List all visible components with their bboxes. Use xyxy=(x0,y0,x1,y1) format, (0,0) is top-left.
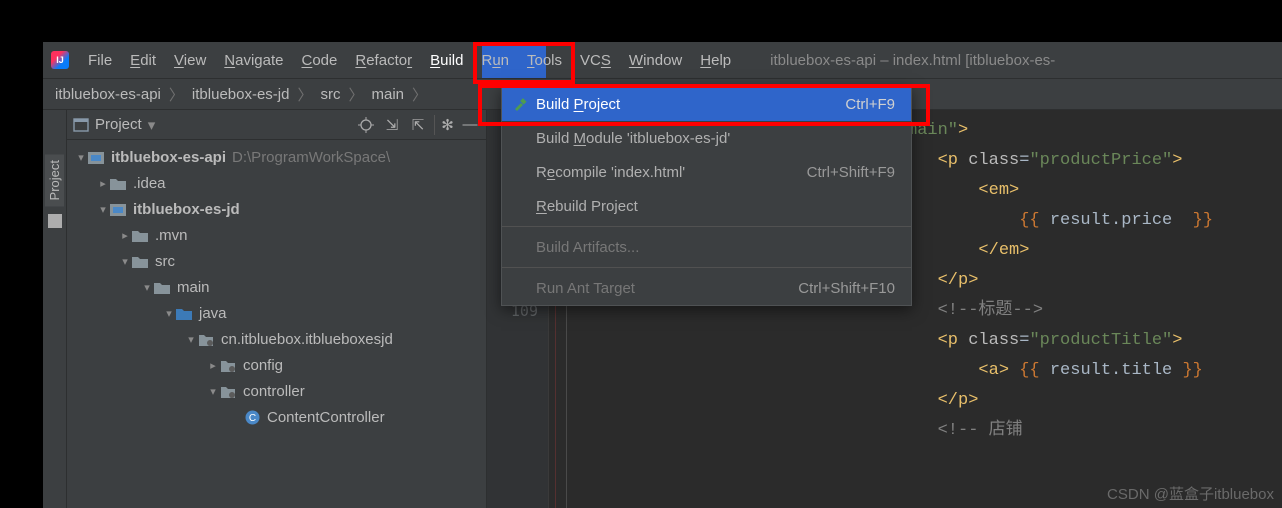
project-pane-title[interactable]: Project xyxy=(95,116,142,133)
module-icon xyxy=(109,201,127,217)
gear-icon[interactable]: ✻ xyxy=(434,115,454,135)
window-title: itbluebox-es-api – index.html [itbluebox… xyxy=(770,52,1055,69)
menu-tools[interactable]: Tools xyxy=(518,48,571,73)
project-tool-tab[interactable]: Project xyxy=(45,154,64,206)
code-content: main"> <p class="productPrice"> <em> {{ … xyxy=(907,110,1282,446)
menu-window[interactable]: Window xyxy=(620,48,691,73)
menu-build[interactable]: Build xyxy=(421,48,472,73)
menu-help[interactable]: Help xyxy=(691,48,740,73)
menu-build-module[interactable]: Build Module 'itbluebox-es-jd' xyxy=(502,121,911,155)
tree-item[interactable]: controller xyxy=(243,383,305,400)
breadcrumb-item[interactable]: src xyxy=(317,86,345,103)
locate-icon[interactable] xyxy=(356,115,376,135)
hammer-icon xyxy=(512,96,528,112)
tree-item[interactable]: main xyxy=(177,279,210,296)
tree-item[interactable]: itbluebox-es-api xyxy=(111,149,226,166)
menu-vcs[interactable]: VCS xyxy=(571,48,620,73)
tree-item[interactable]: .idea xyxy=(133,175,166,192)
menu-file[interactable]: File xyxy=(79,48,121,73)
folder-icon xyxy=(153,279,171,295)
project-view-icon xyxy=(73,118,89,132)
project-tree[interactable]: ▾itbluebox-es-apiD:\ProgramWorkSpace\ ▸.… xyxy=(67,140,486,434)
collapse-all-icon[interactable]: ⇱ xyxy=(408,115,428,135)
tree-item[interactable]: ContentController xyxy=(267,409,385,426)
menu-navigate[interactable]: Navigate xyxy=(215,48,292,73)
svg-text:C: C xyxy=(248,413,255,424)
left-tool-strip: Project xyxy=(43,110,67,508)
menu-build-project[interactable]: Build ProjectCtrl+F9 xyxy=(502,87,911,121)
menu-edit[interactable]: Edit xyxy=(121,48,165,73)
hide-icon[interactable]: — xyxy=(460,115,480,135)
menu-run-ant-target[interactable]: Run Ant TargetCtrl+Shift+F10 xyxy=(502,271,911,305)
source-folder-icon xyxy=(175,305,193,321)
menu-view[interactable]: View xyxy=(165,48,215,73)
tree-item[interactable]: config xyxy=(243,357,283,374)
tree-item[interactable]: .mvn xyxy=(155,227,188,244)
folder-icon xyxy=(131,253,149,269)
structure-icon[interactable] xyxy=(48,214,62,228)
breadcrumb-item[interactable]: itbluebox-es-jd xyxy=(188,86,294,103)
menu-run[interactable]: Run xyxy=(472,48,518,73)
tree-item[interactable]: cn.itbluebox.itblueboxesjd xyxy=(221,331,393,348)
breadcrumb-item[interactable]: itbluebox-es-api xyxy=(51,86,165,103)
menu-rebuild-project[interactable]: Rebuild Project xyxy=(502,189,911,223)
package-icon xyxy=(197,331,215,347)
module-icon xyxy=(87,149,105,165)
class-icon: C xyxy=(243,409,261,425)
tree-item[interactable]: itbluebox-es-jd xyxy=(133,201,240,218)
build-menu-popup: Build ProjectCtrl+F9 Build Module 'itblu… xyxy=(501,86,912,306)
package-icon xyxy=(219,357,237,373)
menu-code[interactable]: Code xyxy=(293,48,347,73)
menu-recompile[interactable]: Recompile 'index.html'Ctrl+Shift+F9 xyxy=(502,155,911,189)
folder-icon xyxy=(131,227,149,243)
menu-refactor[interactable]: Refactor xyxy=(346,48,421,73)
package-icon xyxy=(219,383,237,399)
breadcrumb-item[interactable]: main xyxy=(368,86,409,103)
folder-icon xyxy=(109,175,127,191)
watermark: CSDN @蓝盒子itbluebox xyxy=(1107,483,1274,504)
tree-item[interactable]: src xyxy=(155,253,175,270)
expand-all-icon[interactable]: ⇲ xyxy=(382,115,402,135)
app-icon: IJ xyxy=(51,51,69,69)
tree-item[interactable]: java xyxy=(199,305,227,322)
menu-build-artifacts[interactable]: Build Artifacts... xyxy=(502,230,911,264)
